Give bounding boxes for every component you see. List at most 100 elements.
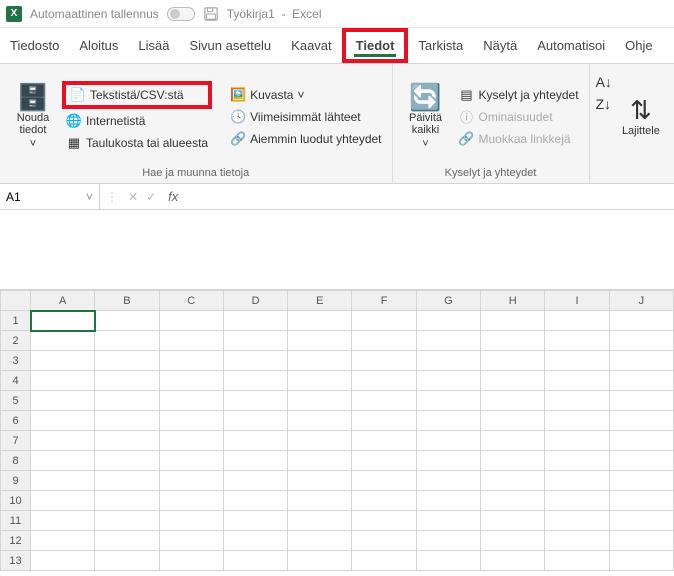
internetista-button[interactable]: 🌐 Internetistä <box>62 111 212 131</box>
cell-B10[interactable] <box>95 491 159 511</box>
row-header-4[interactable]: 4 <box>1 371 31 391</box>
cell-I9[interactable] <box>545 471 609 491</box>
cell-E6[interactable] <box>288 411 352 431</box>
cell-C3[interactable] <box>159 351 223 371</box>
cell-I1[interactable] <box>545 311 609 331</box>
viimeisimmat-button[interactable]: 🕓 Viimeisimmät lähteet <box>226 107 385 127</box>
cell-F5[interactable] <box>352 391 416 411</box>
tab-tiedot[interactable]: Tiedot <box>342 28 409 63</box>
cell-D12[interactable] <box>223 531 287 551</box>
cell-I11[interactable] <box>545 511 609 531</box>
cell-A7[interactable] <box>31 431 95 451</box>
cell-D10[interactable] <box>223 491 287 511</box>
col-header-J[interactable]: J <box>609 291 673 311</box>
cell-H12[interactable] <box>481 531 545 551</box>
tab-ohje[interactable]: Ohje <box>615 28 662 63</box>
cell-A13[interactable] <box>31 551 95 571</box>
cell-E3[interactable] <box>288 351 352 371</box>
cell-I5[interactable] <box>545 391 609 411</box>
cell-G8[interactable] <box>416 451 480 471</box>
cell-J8[interactable] <box>609 451 673 471</box>
cell-C11[interactable] <box>159 511 223 531</box>
cell-J2[interactable] <box>609 331 673 351</box>
aiemmin-button[interactable]: 🔗 Aiemmin luodut yhteydet <box>226 129 385 149</box>
select-all-corner[interactable] <box>1 291 31 311</box>
col-header-B[interactable]: B <box>95 291 159 311</box>
nouda-tiedot-button[interactable]: 🗄️ Nouda tiedot ˅ <box>6 68 60 165</box>
worksheet[interactable]: ABCDEFGHIJ12345678910111213 <box>0 290 674 571</box>
cell-J4[interactable] <box>609 371 673 391</box>
cell-H9[interactable] <box>481 471 545 491</box>
kuvasta-button[interactable]: 🖼️ Kuvasta ˅ <box>226 85 385 105</box>
cell-I4[interactable] <box>545 371 609 391</box>
row-header-12[interactable]: 12 <box>1 531 31 551</box>
cell-D2[interactable] <box>223 331 287 351</box>
col-header-D[interactable]: D <box>223 291 287 311</box>
cell-J6[interactable] <box>609 411 673 431</box>
cell-C1[interactable] <box>159 311 223 331</box>
name-box[interactable]: ˅ <box>0 184 100 209</box>
cell-A4[interactable] <box>31 371 95 391</box>
cell-B1[interactable] <box>95 311 159 331</box>
row-header-9[interactable]: 9 <box>1 471 31 491</box>
cell-E11[interactable] <box>288 511 352 531</box>
cell-G12[interactable] <box>416 531 480 551</box>
ominaisuudet-button[interactable]: ⓘ Ominaisuudet <box>455 107 583 127</box>
cell-F11[interactable] <box>352 511 416 531</box>
cell-C4[interactable] <box>159 371 223 391</box>
cell-D3[interactable] <box>223 351 287 371</box>
col-header-A[interactable]: A <box>31 291 95 311</box>
col-header-I[interactable]: I <box>545 291 609 311</box>
cell-G13[interactable] <box>416 551 480 571</box>
row-header-13[interactable]: 13 <box>1 551 31 571</box>
cell-E8[interactable] <box>288 451 352 471</box>
tab-tarkista[interactable]: Tarkista <box>408 28 473 63</box>
cell-I2[interactable] <box>545 331 609 351</box>
paivita-kaikki-button[interactable]: 🔄 Päivitä kaikki ˅ <box>399 68 453 165</box>
row-header-7[interactable]: 7 <box>1 431 31 451</box>
col-header-F[interactable]: F <box>352 291 416 311</box>
cell-E9[interactable] <box>288 471 352 491</box>
cell-C12[interactable] <box>159 531 223 551</box>
cell-I10[interactable] <box>545 491 609 511</box>
cell-I8[interactable] <box>545 451 609 471</box>
lajittele-button[interactable]: ⇅ Lajittele <box>614 68 668 165</box>
cell-C5[interactable] <box>159 391 223 411</box>
cell-D8[interactable] <box>223 451 287 471</box>
row-header-8[interactable]: 8 <box>1 451 31 471</box>
cell-H6[interactable] <box>481 411 545 431</box>
cell-F13[interactable] <box>352 551 416 571</box>
cell-A11[interactable] <box>31 511 95 531</box>
cell-H11[interactable] <box>481 511 545 531</box>
cell-H13[interactable] <box>481 551 545 571</box>
cell-B6[interactable] <box>95 411 159 431</box>
cell-J11[interactable] <box>609 511 673 531</box>
confirm-icon[interactable]: ✓ <box>142 190 160 204</box>
row-header-1[interactable]: 1 <box>1 311 31 331</box>
cell-E5[interactable] <box>288 391 352 411</box>
cell-B5[interactable] <box>95 391 159 411</box>
cell-E10[interactable] <box>288 491 352 511</box>
sort-desc-icon[interactable]: Z↓ <box>596 96 612 112</box>
cell-J9[interactable] <box>609 471 673 491</box>
chevron-down-icon[interactable]: ˅ <box>86 190 93 204</box>
cell-J1[interactable] <box>609 311 673 331</box>
cell-G2[interactable] <box>416 331 480 351</box>
cell-B11[interactable] <box>95 511 159 531</box>
tab-automatisoi[interactable]: Automatisoi <box>527 28 615 63</box>
tab-sivun-asettelu[interactable]: Sivun asettelu <box>180 28 282 63</box>
cell-G6[interactable] <box>416 411 480 431</box>
tab-tiedosto[interactable]: Tiedosto <box>0 28 69 63</box>
cell-H10[interactable] <box>481 491 545 511</box>
cell-F1[interactable] <box>352 311 416 331</box>
cell-D9[interactable] <box>223 471 287 491</box>
cell-I12[interactable] <box>545 531 609 551</box>
col-header-H[interactable]: H <box>481 291 545 311</box>
cell-E12[interactable] <box>288 531 352 551</box>
cell-F9[interactable] <box>352 471 416 491</box>
cell-D6[interactable] <box>223 411 287 431</box>
cell-J10[interactable] <box>609 491 673 511</box>
cell-F3[interactable] <box>352 351 416 371</box>
cell-H1[interactable] <box>481 311 545 331</box>
cell-E2[interactable] <box>288 331 352 351</box>
